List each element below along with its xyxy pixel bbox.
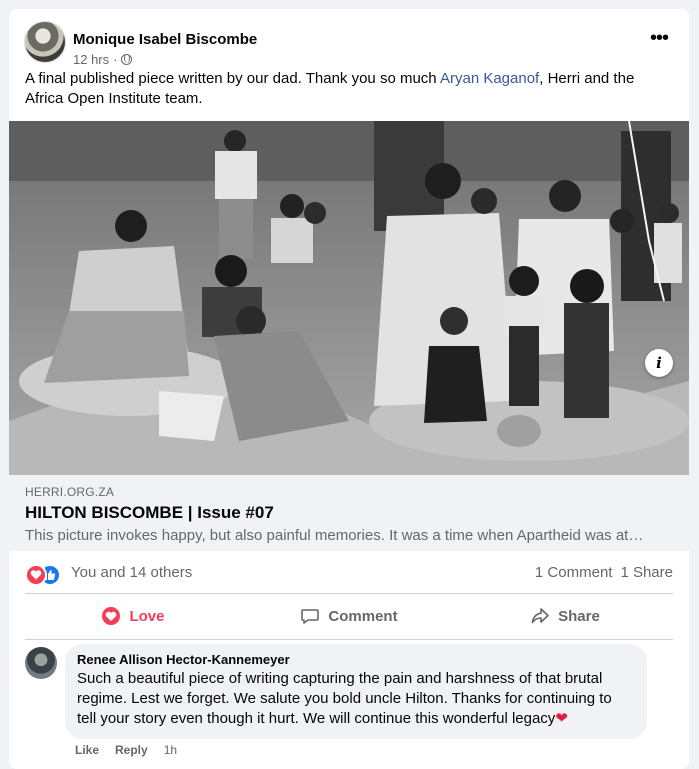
reactors-text[interactable]: You and 14 others <box>71 564 192 581</box>
share-icon <box>531 608 549 624</box>
post-time[interactable]: 12 hrs <box>73 52 109 67</box>
link-description: This picture invokes happy, but also pai… <box>25 527 644 544</box>
comment-reply-button[interactable]: Reply <box>115 743 148 757</box>
post-header: Monique Isabel Biscombe 12 hrs · ••• <box>24 21 674 67</box>
post-photo[interactable] <box>9 121 689 475</box>
comment-bubble: Renee Allison Hector-Kannemeyer Such a b… <box>65 644 647 739</box>
comment-time[interactable]: 1h <box>164 743 177 757</box>
comment-label: Comment <box>328 607 398 625</box>
commenter-avatar[interactable] <box>25 647 57 679</box>
comment-text: Such a beautiful piece of writing captur… <box>77 669 635 729</box>
comment-item: Renee Allison Hector-Kannemeyer Such a b… <box>25 644 675 764</box>
family-photo-illustration <box>9 121 689 475</box>
divider-bottom <box>25 639 673 640</box>
engagement-stats: You and 14 others 1 Comment 1 Share <box>25 559 673 587</box>
poster-avatar[interactable] <box>24 21 66 63</box>
comment-button[interactable]: Comment <box>241 597 457 635</box>
comment-author[interactable]: Renee Allison Hector-Kannemeyer <box>77 652 635 668</box>
love-button[interactable]: Love <box>25 597 241 635</box>
comment-icon <box>301 609 320 624</box>
globe-icon[interactable] <box>121 54 133 65</box>
link-domain: HERRI.ORG.ZA <box>25 485 115 499</box>
info-button[interactable]: i <box>645 349 673 377</box>
link-title[interactable]: HILTON BISCOMBE | Issue #07 <box>25 503 274 523</box>
post-text-start: A final published piece written by our d… <box>25 70 440 87</box>
comment-body: Such a beautiful piece of writing captur… <box>77 670 612 727</box>
love-reaction-icon <box>25 564 47 586</box>
comment-like-button[interactable]: Like <box>75 743 99 757</box>
comment-meta: Like Reply 1h <box>75 743 177 757</box>
love-label: Love <box>129 607 165 625</box>
poster-name[interactable]: Monique Isabel Biscombe <box>73 31 257 48</box>
post-meta: 12 hrs · <box>73 52 133 67</box>
reaction-icons[interactable] <box>25 564 63 586</box>
divider-top <box>25 593 673 594</box>
post-card: Monique Isabel Biscombe 12 hrs · ••• A f… <box>9 9 689 769</box>
share-count[interactable]: 1 Share <box>620 564 673 581</box>
link-preview[interactable]: HERRI.ORG.ZA HILTON BISCOMBE | Issue #07… <box>9 475 689 551</box>
meta-separator: · <box>113 52 118 67</box>
heart-outline-icon <box>102 607 121 625</box>
action-bar: Love Comment Share <box>25 597 673 635</box>
counts: 1 Comment 1 Share <box>535 564 673 581</box>
heart-emoji: ❤ <box>555 710 568 727</box>
tagged-person-link[interactable]: Aryan Kaganof <box>440 70 539 87</box>
post-text: A final published piece written by our d… <box>25 69 675 109</box>
share-label: Share <box>558 607 600 625</box>
more-options-button[interactable]: ••• <box>644 28 674 53</box>
share-button[interactable]: Share <box>457 597 673 635</box>
comment-count[interactable]: 1 Comment <box>535 564 613 581</box>
